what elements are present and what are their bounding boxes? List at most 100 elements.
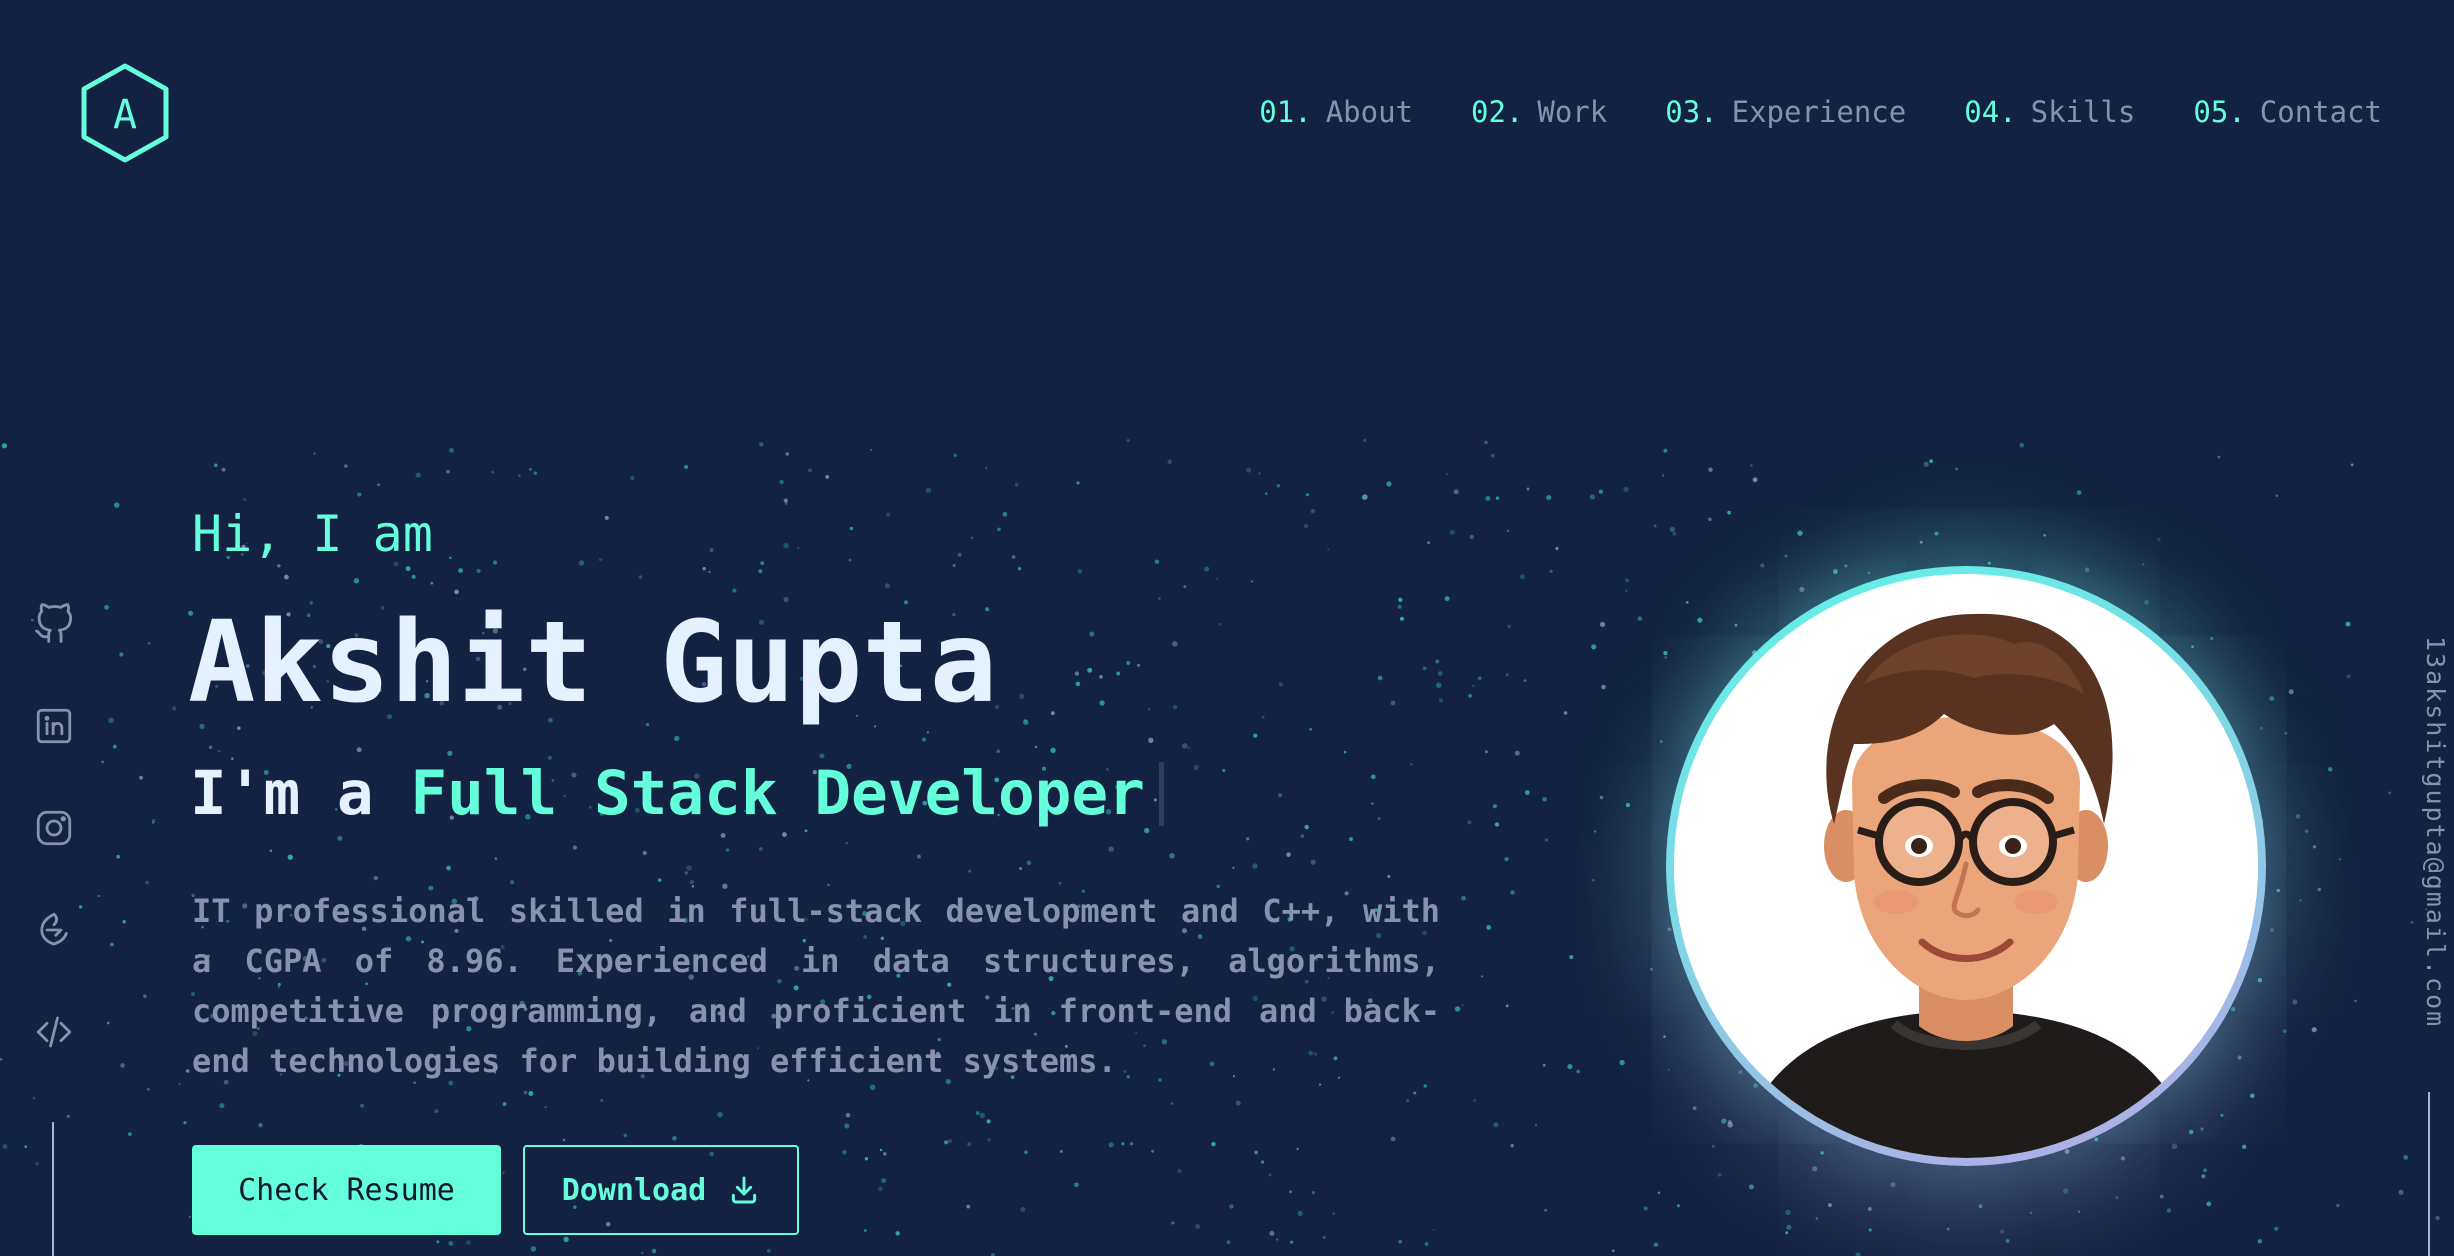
particle-dot xyxy=(1506,673,1509,676)
particle-dot xyxy=(1108,846,1114,852)
particle-dot xyxy=(1432,1229,1435,1232)
particle-dot xyxy=(563,1236,569,1243)
particle-dot xyxy=(895,1231,900,1236)
particle-dot xyxy=(2191,645,2194,648)
particle-dot xyxy=(448,1241,454,1246)
particle-dot xyxy=(1297,1210,1303,1217)
particle-dot xyxy=(1019,693,1025,699)
email-link[interactable]: 13akshitgupta@gmail.com xyxy=(2402,636,2450,1028)
particle-dot xyxy=(1663,1035,1666,1038)
particle-dot xyxy=(108,717,114,724)
particle-dot xyxy=(2312,845,2317,849)
particle-dot xyxy=(353,578,360,584)
code-icon[interactable] xyxy=(33,1010,75,1054)
instagram-icon[interactable] xyxy=(33,806,75,850)
particle-dot xyxy=(997,527,1001,532)
particle-dot xyxy=(1890,1182,1896,1188)
codechef-icon[interactable] xyxy=(33,908,75,952)
particle-dot xyxy=(760,561,765,565)
linkedin-icon[interactable] xyxy=(33,704,75,748)
particle-dot xyxy=(2284,731,2288,735)
particle-dot xyxy=(1087,667,1093,673)
avatar-image xyxy=(1674,574,2258,1158)
particle-dot xyxy=(2269,696,2275,702)
hero-page: A 01. About 02. Work 03. Experience 04. Skil… xyxy=(0,0,2454,1256)
particle-dot xyxy=(218,750,221,753)
particle-dot xyxy=(1469,534,1474,540)
particle-dot xyxy=(925,487,932,494)
particle-dot xyxy=(844,1123,850,1129)
particle-dot xyxy=(996,749,1000,753)
particle-dot xyxy=(1371,802,1374,805)
particle-dot xyxy=(1811,1166,1818,1172)
particle-dot xyxy=(1643,1206,1648,1211)
particle-dot xyxy=(128,1132,132,1136)
particle-dot xyxy=(1505,1004,1509,1008)
particle-dot xyxy=(984,466,988,470)
particle-dot xyxy=(1619,1059,1625,1066)
particle-dot xyxy=(1398,1239,1403,1244)
particle-dot xyxy=(1386,481,1392,487)
download-button[interactable]: Download xyxy=(523,1145,799,1235)
particle-dot xyxy=(2257,978,2263,983)
particle-dot xyxy=(1304,523,1309,529)
particle-dot xyxy=(808,468,813,473)
particle-dot xyxy=(1649,967,1654,971)
nav-item-about[interactable]: 01. About xyxy=(1259,92,1413,132)
particle-dot xyxy=(1727,1122,1733,1128)
particle-dot xyxy=(878,1186,883,1192)
check-resume-button[interactable]: Check Resume xyxy=(192,1145,501,1235)
particle-dot xyxy=(1542,797,1547,802)
particle-dot xyxy=(1183,585,1187,589)
particle-dot xyxy=(1023,719,1029,725)
particle-dot xyxy=(1721,1118,1727,1124)
download-label: Download xyxy=(561,1172,707,1208)
nav-item-work[interactable]: 02. Work xyxy=(1471,92,1607,132)
particle-dot xyxy=(2120,1156,2126,1161)
nav-label: Contact xyxy=(2259,95,2382,129)
particle-dot xyxy=(1653,524,1657,528)
particle-dot xyxy=(2345,621,2351,627)
particle-dot xyxy=(1154,559,1160,564)
particle-dot xyxy=(642,851,647,855)
particle-dot xyxy=(1549,569,1553,573)
particle-dot xyxy=(66,1114,70,1118)
particle-dot xyxy=(1454,1006,1461,1012)
particle-dot xyxy=(258,1123,263,1128)
particle-dot xyxy=(783,498,788,503)
particle-dot xyxy=(2005,1239,2010,1243)
particle-dot xyxy=(848,558,852,562)
particle-dot xyxy=(1126,439,1130,442)
logo[interactable]: A xyxy=(78,62,172,164)
particle-dot xyxy=(845,841,849,845)
particle-dot xyxy=(2311,1027,2317,1033)
particle-dot xyxy=(1784,554,1788,558)
particle-dot xyxy=(957,552,962,557)
particle-dot xyxy=(2157,537,2161,542)
particle-dot xyxy=(926,731,930,734)
github-icon[interactable] xyxy=(33,602,75,646)
particle-dot xyxy=(657,878,662,882)
nav-number: 01. xyxy=(1259,95,1312,129)
nav-item-contact[interactable]: 05. Contact xyxy=(2193,92,2382,132)
particle-dot xyxy=(373,875,379,881)
particle-dot xyxy=(1473,1099,1477,1102)
particle-dot xyxy=(2338,858,2341,861)
particle-dot xyxy=(360,1103,365,1108)
particle-dot xyxy=(1659,740,1663,743)
nav-item-experience[interactable]: 03. Experience xyxy=(1665,92,1906,132)
particle-dot xyxy=(1786,1224,1792,1230)
nav-item-skills[interactable]: 04. Skills xyxy=(1964,92,2135,132)
particle-dot xyxy=(1492,804,1497,809)
particle-dot xyxy=(1444,596,1450,602)
particle-dot xyxy=(533,471,538,475)
particle-dot xyxy=(35,1161,39,1166)
particle-dot xyxy=(842,1150,847,1155)
particle-dot xyxy=(779,480,784,485)
particle-dot xyxy=(689,879,695,885)
particle-dot xyxy=(405,566,411,572)
particle-dot xyxy=(146,1087,150,1091)
particle-dot xyxy=(732,588,737,593)
particle-dot xyxy=(1555,546,1559,551)
particle-dot xyxy=(1108,1142,1114,1148)
